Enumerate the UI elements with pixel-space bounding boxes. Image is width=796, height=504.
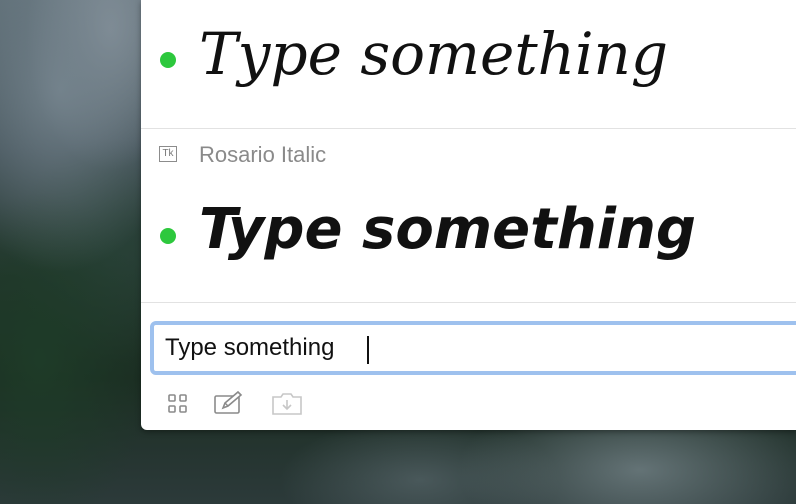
- font-name-label: Rosario Italic: [199, 142, 327, 167]
- font-preview-text: Type something: [199, 20, 669, 88]
- font-type-icon: Tk: [159, 146, 177, 162]
- grid-icon[interactable]: [167, 393, 189, 420]
- text-caret: [367, 336, 369, 364]
- row-divider: [141, 302, 796, 303]
- active-dot: [160, 228, 176, 244]
- row-divider: [141, 128, 796, 129]
- text-input-container: [150, 321, 796, 375]
- folder-download-icon[interactable]: [271, 391, 303, 422]
- active-dot: [160, 52, 176, 68]
- sample-text-input[interactable]: [154, 325, 796, 371]
- font-preview-panel: Type something Tk Rosario Italic Type so…: [141, 0, 796, 430]
- edit-icon[interactable]: [213, 390, 243, 421]
- font-preview-text: Type something: [199, 197, 696, 262]
